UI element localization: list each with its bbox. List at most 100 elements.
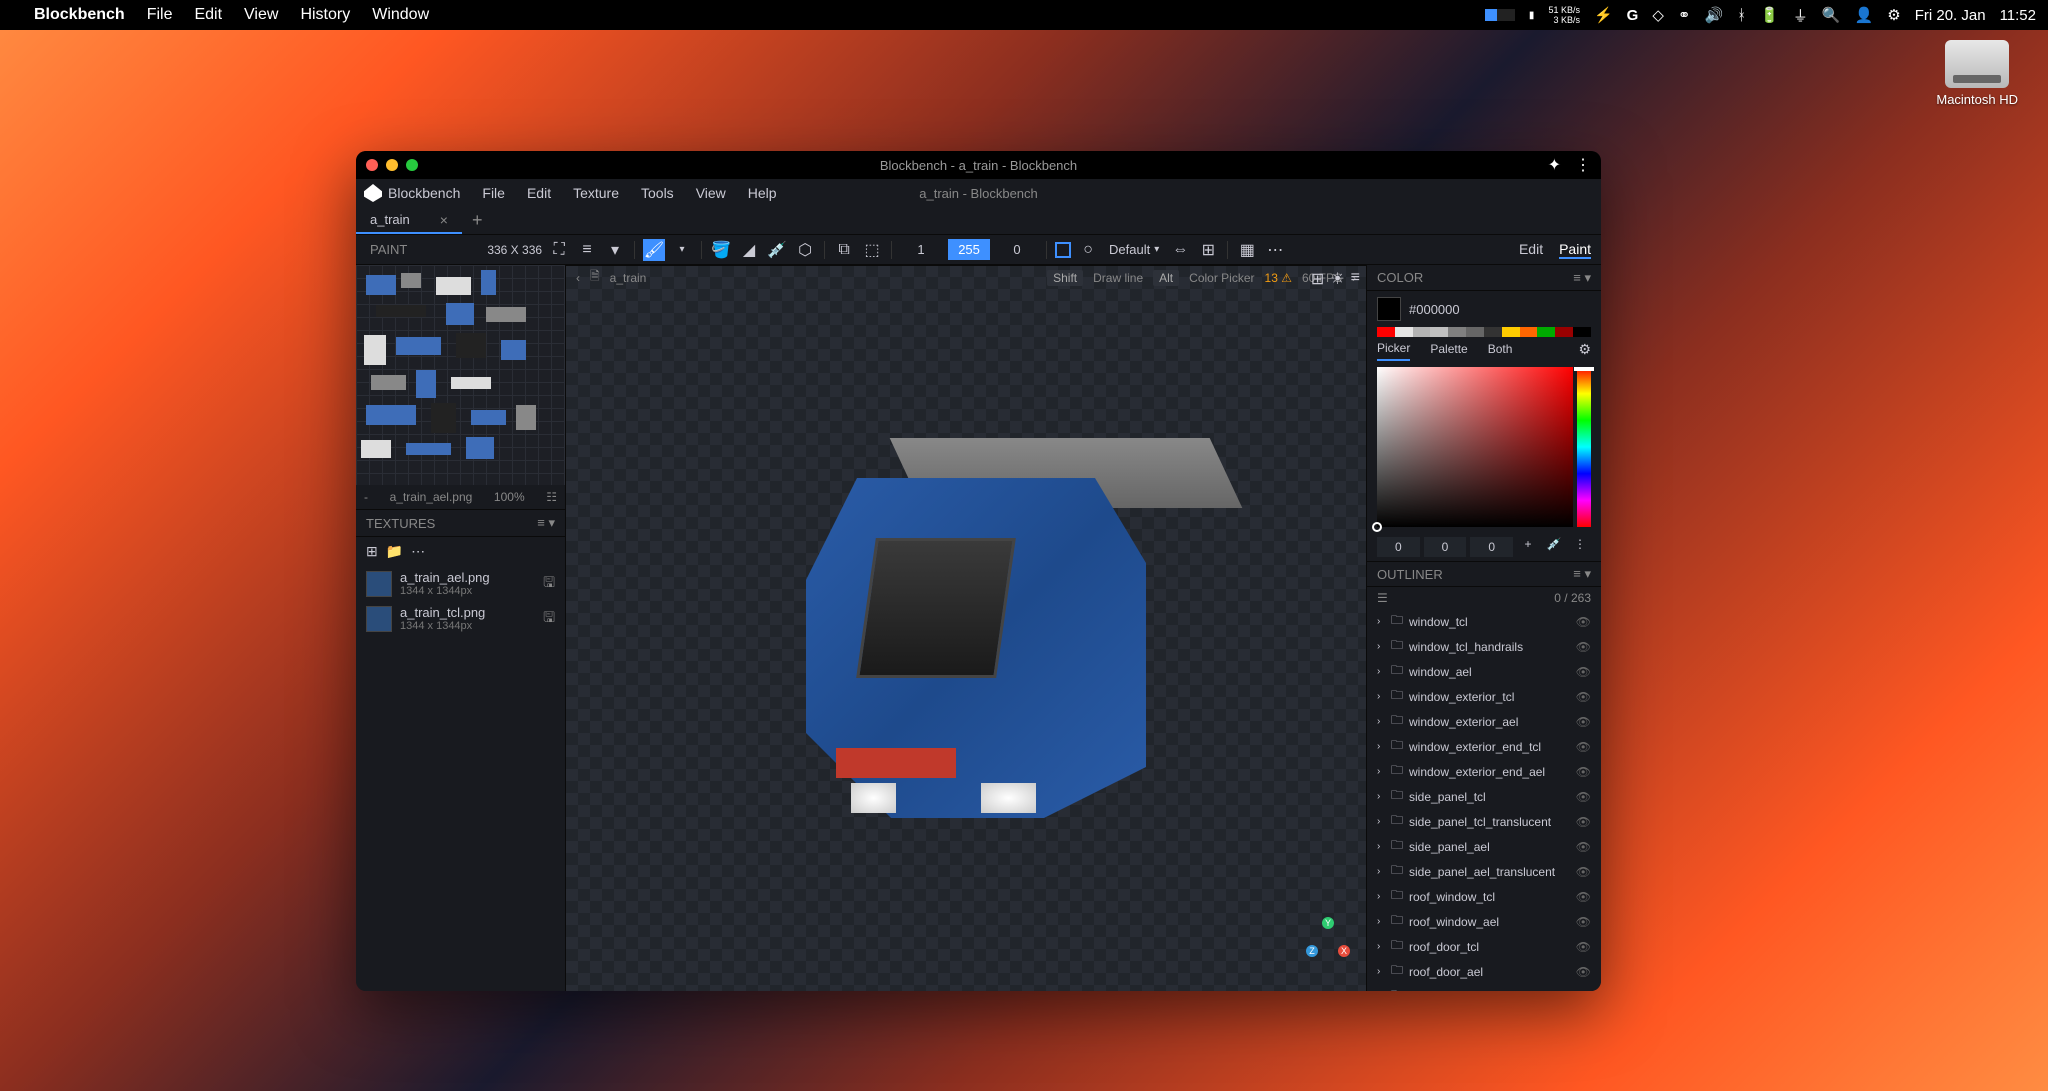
visibility-icon[interactable]: 👁 (1576, 715, 1591, 729)
blockbench-logo[interactable]: Blockbench (364, 184, 460, 202)
outliner-item[interactable]: ›🗀window_exterior_ael👁 (1367, 709, 1601, 734)
chevron-right-icon[interactable]: › (1377, 741, 1387, 752)
app-menu-help[interactable]: Help (738, 181, 787, 205)
tab-close-icon[interactable]: × (440, 212, 448, 228)
textures-menu-icon[interactable]: ≡ (537, 515, 545, 530)
picker-tab-picker[interactable]: Picker (1377, 337, 1410, 361)
picker-tool[interactable]: 💉 (766, 239, 788, 261)
brush-shape-circle[interactable]: ○ (1077, 239, 1099, 261)
chevron-right-icon[interactable]: › (1377, 691, 1387, 702)
tab-add-button[interactable]: + (462, 210, 493, 231)
palette-swatch[interactable] (1555, 327, 1573, 337)
grid-toggle[interactable]: ▦ (1236, 239, 1258, 261)
visibility-icon[interactable]: 👁 (1576, 665, 1591, 679)
menubar-date[interactable]: Fri 20. Jan (1915, 7, 1986, 24)
diamond-icon[interactable]: ◇ (1652, 6, 1664, 24)
chevron-right-icon[interactable]: › (1377, 941, 1387, 952)
outliner-item[interactable]: ›🗀roof_door_tcl👁 (1367, 934, 1601, 959)
3d-viewport[interactable]: ⊞ ☀ ≡ Y Z X ‹ 🗎 a_train (566, 265, 1366, 991)
more-icon[interactable]: ⋮ (1575, 155, 1591, 175)
gizmo-z-axis[interactable]: Z (1306, 945, 1318, 957)
gizmo-y-axis[interactable]: Y (1322, 917, 1334, 929)
palette-swatch[interactable] (1573, 327, 1591, 337)
desktop-icon-hd[interactable]: Macintosh HD (1936, 40, 2018, 107)
chevron-right-icon[interactable]: › (1377, 666, 1387, 677)
app-menu-edit[interactable]: Edit (517, 181, 561, 205)
outliner-item[interactable]: ›🗀window_exterior_tcl👁 (1367, 684, 1601, 709)
palette-swatch[interactable] (1430, 327, 1448, 337)
mode-tab-paint[interactable]: Paint (1559, 241, 1591, 259)
brush-opacity-input[interactable]: 255 (948, 239, 990, 260)
menu-icon[interactable]: ≡ (576, 239, 598, 261)
nav-back-icon[interactable]: ‹ (576, 271, 580, 285)
maximize-button[interactable] (406, 159, 418, 171)
chevron-right-icon[interactable]: › (1377, 841, 1387, 852)
outliner-collapse-icon[interactable]: ▾ (1584, 566, 1591, 581)
app-menu-tools[interactable]: Tools (631, 181, 684, 205)
menubar-time[interactable]: 11:52 (2000, 7, 2036, 24)
menu-file[interactable]: File (147, 6, 173, 24)
menu-view[interactable]: View (244, 6, 278, 24)
outliner-item[interactable]: ›🗀side_panel_tcl_translucent👁 (1367, 809, 1601, 834)
orientation-gizmo[interactable]: Y Z X (1306, 917, 1350, 961)
picker-tab-both[interactable]: Both (1488, 338, 1513, 360)
visibility-icon[interactable]: 👁 (1576, 940, 1591, 954)
brush-shape-square[interactable] (1055, 242, 1071, 258)
visibility-icon[interactable]: 👁 (1576, 990, 1591, 992)
chevron-right-icon[interactable]: › (1377, 816, 1387, 827)
color-menu-icon[interactable]: ≡ (1573, 270, 1581, 285)
uv-layers-icon[interactable]: ☷ (546, 490, 557, 504)
outliner-item[interactable]: ›🗀side_panel_ael_translucent👁 (1367, 859, 1601, 884)
bluetooth-icon[interactable]: ᚼ (1737, 7, 1746, 24)
visibility-icon[interactable]: 👁 (1576, 790, 1591, 804)
import-texture-button[interactable]: 📁 (386, 543, 403, 560)
palette-swatch[interactable] (1537, 327, 1555, 337)
save-icon[interactable]: 🖫 (543, 572, 555, 596)
palette-swatch[interactable] (1377, 327, 1395, 337)
window-titlebar[interactable]: Blockbench - a_train - Blockbench ✦ ⋮ (356, 151, 1601, 179)
viewport-light-icon[interactable]: ☀ (1330, 269, 1344, 289)
user-icon[interactable]: 👤 (1855, 6, 1874, 24)
visibility-icon[interactable]: 👁 (1576, 615, 1591, 629)
save-icon[interactable]: 🖫 (543, 607, 555, 631)
app-menu-view[interactable]: View (686, 181, 736, 205)
texture-more-icon[interactable]: ⋯ (411, 543, 425, 560)
picker-settings-icon[interactable]: ⚙ (1578, 341, 1591, 358)
add-texture-button[interactable]: ⊞ (366, 543, 378, 560)
picker-tool-icon[interactable]: 💉 (1543, 537, 1565, 557)
lock-tool[interactable]: ⊞ (1197, 239, 1219, 261)
menu-edit[interactable]: Edit (194, 6, 222, 24)
palette-swatch[interactable] (1520, 327, 1538, 337)
visibility-icon[interactable]: 👁 (1576, 815, 1591, 829)
chevron-right-icon[interactable]: › (1377, 641, 1387, 652)
visibility-icon[interactable]: 👁 (1576, 840, 1591, 854)
color-hex-input[interactable]: #000000 (1409, 302, 1591, 317)
palette-swatch[interactable] (1395, 327, 1413, 337)
mirror-tool[interactable]: ⇔ (1169, 239, 1191, 261)
viewport-grid-icon[interactable]: ⊞ (1311, 269, 1324, 289)
copy-tool[interactable]: ⧉ (833, 239, 855, 261)
gizmo-x-axis[interactable]: X (1338, 945, 1350, 957)
chevron-right-icon[interactable]: › (1377, 791, 1387, 802)
texture-item[interactable]: a_train_ael.png1344 x 1344px🖫 (356, 566, 565, 601)
brush-softness-input[interactable]: 0 (996, 242, 1038, 257)
texture-item[interactable]: a_train_tcl.png1344 x 1344px🖫 (356, 601, 565, 636)
rgb-b-input[interactable]: 0 (1470, 537, 1513, 557)
outliner-item[interactable]: ›🗀window_ael👁 (1367, 659, 1601, 684)
rgb-g-input[interactable]: 0 (1424, 537, 1467, 557)
hue-slider[interactable] (1577, 367, 1591, 527)
chevron-right-icon[interactable]: › (1377, 966, 1387, 977)
outliner-item[interactable]: ›🗀roof_window_tcl👁 (1367, 884, 1601, 909)
palette-swatch[interactable] (1466, 327, 1484, 337)
brush-tool[interactable]: 🖌 (643, 239, 665, 261)
visibility-icon[interactable]: 👁 (1576, 690, 1591, 704)
uv-editor[interactable] (356, 265, 565, 485)
select-tool[interactable]: ⬚ (861, 239, 883, 261)
google-icon[interactable]: G (1627, 7, 1639, 24)
color-more-icon[interactable]: ⋮ (1569, 537, 1591, 557)
palette-swatch[interactable] (1484, 327, 1502, 337)
outliner-item[interactable]: ›🗀window_tcl_handrails👁 (1367, 634, 1601, 659)
outliner-item[interactable]: ›🗀side_panel_ael👁 (1367, 834, 1601, 859)
app-menu-file[interactable]: File (472, 181, 515, 205)
battery-icon[interactable]: 🔋 (1760, 6, 1779, 24)
